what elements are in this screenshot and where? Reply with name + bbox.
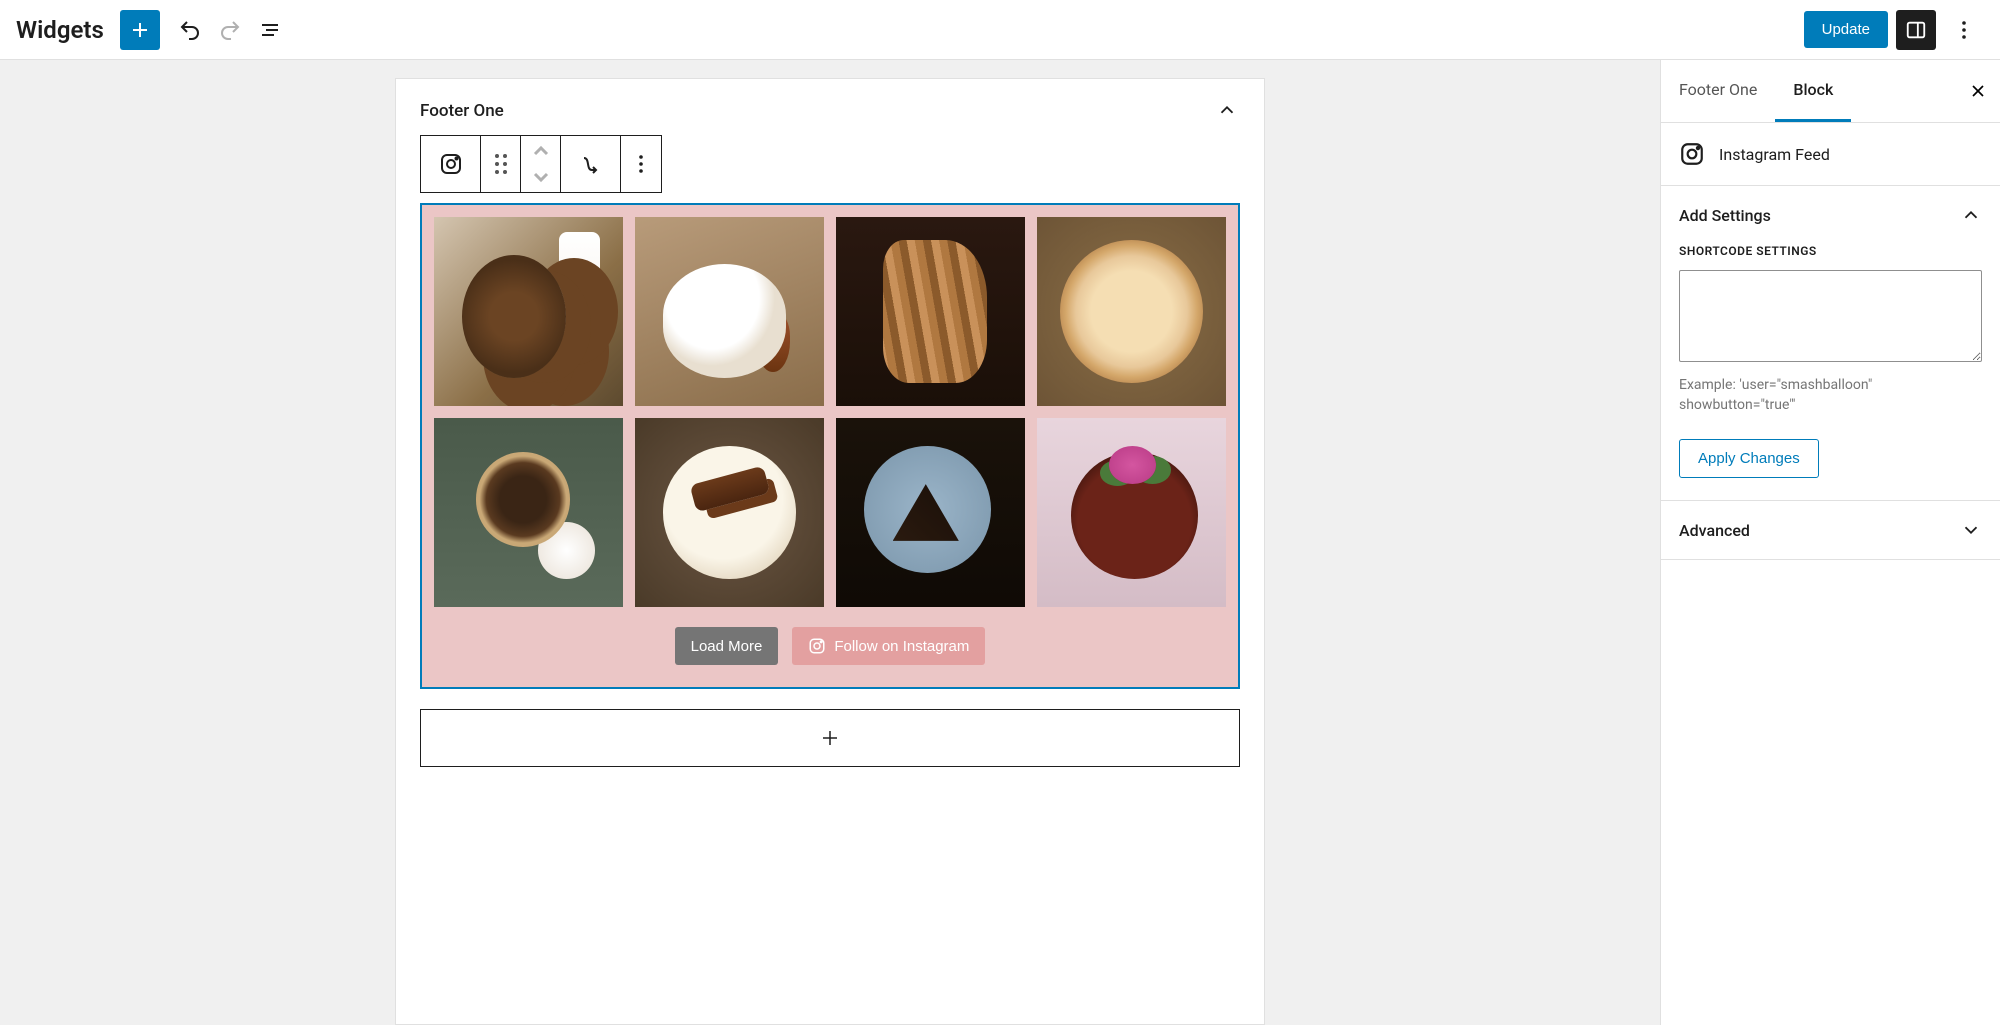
instagram-icon (808, 637, 826, 655)
panel-add-settings-header[interactable]: Add Settings (1661, 186, 2000, 244)
widget-area-header[interactable]: Footer One (396, 79, 1264, 135)
block-appender[interactable] (420, 709, 1240, 767)
settings-panel-toggle[interactable] (1896, 10, 1936, 50)
options-button[interactable] (1944, 10, 1984, 50)
widget-area-title: Footer One (420, 101, 504, 121)
move-to-widget-area-button[interactable] (561, 136, 621, 192)
update-button[interactable]: Update (1804, 11, 1888, 48)
settings-sidebar: Footer One Block Instagram Feed Add Sett… (1660, 60, 2000, 1025)
widget-area-card: Footer One (395, 78, 1265, 1025)
undo-icon (178, 18, 202, 42)
feed-image[interactable] (434, 217, 623, 406)
feed-image[interactable] (635, 418, 824, 607)
follow-button[interactable]: Follow on Instagram (792, 627, 985, 665)
tab-block[interactable]: Block (1775, 60, 1851, 122)
block-name-label: Instagram Feed (1719, 145, 1830, 164)
close-sidebar-button[interactable] (1956, 69, 2000, 113)
block-identity: Instagram Feed (1661, 123, 2000, 186)
instagram-feed-block[interactable]: Load More Follow on Instagram (420, 203, 1240, 689)
editor-canvas[interactable]: Footer One (0, 60, 1660, 1025)
chevron-down-icon (1960, 519, 1982, 541)
drag-icon (495, 154, 507, 174)
sidebar-icon (1905, 19, 1927, 41)
feed-image[interactable] (1037, 217, 1226, 406)
plus-icon (818, 726, 842, 750)
shortcode-settings-label: Shortcode Settings (1679, 244, 1982, 258)
add-block-button[interactable] (120, 10, 160, 50)
panel-title: Add Settings (1679, 206, 1771, 225)
load-more-button[interactable]: Load More (675, 627, 779, 665)
shortcode-input[interactable] (1679, 270, 1982, 362)
panel-advanced: Advanced (1661, 501, 2000, 560)
block-options-button[interactable] (621, 136, 661, 192)
page-title: Widgets (16, 16, 104, 44)
kebab-icon (629, 152, 653, 176)
feed-image[interactable] (434, 418, 623, 607)
redo-button[interactable] (210, 10, 250, 50)
move-to-icon (579, 152, 603, 176)
list-view-icon (258, 18, 282, 42)
feed-image[interactable] (836, 217, 1025, 406)
instagram-icon (439, 152, 463, 176)
panel-title: Advanced (1679, 521, 1750, 540)
list-view-button[interactable] (250, 10, 290, 50)
kebab-icon (1952, 18, 1976, 42)
panel-advanced-header[interactable]: Advanced (1661, 501, 2000, 559)
block-toolbar (420, 135, 662, 193)
undo-button[interactable] (170, 10, 210, 50)
sidebar-tabs: Footer One Block (1661, 60, 2000, 123)
chevron-up-icon (1960, 204, 1982, 226)
close-icon (1968, 81, 1988, 101)
feed-image[interactable] (1037, 418, 1226, 607)
chevron-up-icon (1216, 99, 1238, 121)
collapse-toggle[interactable] (1216, 99, 1240, 123)
move-buttons (521, 136, 561, 192)
block-type-button[interactable] (421, 136, 481, 192)
shortcode-hint: Example: 'user="smashballoon" showbutton… (1679, 376, 1982, 415)
move-up-icon[interactable] (529, 139, 553, 163)
apply-changes-button[interactable]: Apply Changes (1679, 439, 1819, 478)
move-down-icon[interactable] (529, 165, 553, 189)
instagram-icon (1679, 141, 1705, 167)
drag-handle[interactable] (481, 136, 521, 192)
feed-image[interactable] (635, 217, 824, 406)
redo-icon (218, 18, 242, 42)
feed-grid (434, 217, 1226, 607)
feed-image[interactable] (836, 418, 1025, 607)
plus-icon (128, 18, 152, 42)
follow-button-label: Follow on Instagram (834, 638, 969, 655)
tab-widget-area[interactable]: Footer One (1661, 60, 1775, 122)
panel-add-settings: Add Settings Shortcode Settings Example:… (1661, 186, 2000, 501)
editor-header: Widgets Update (0, 0, 2000, 60)
